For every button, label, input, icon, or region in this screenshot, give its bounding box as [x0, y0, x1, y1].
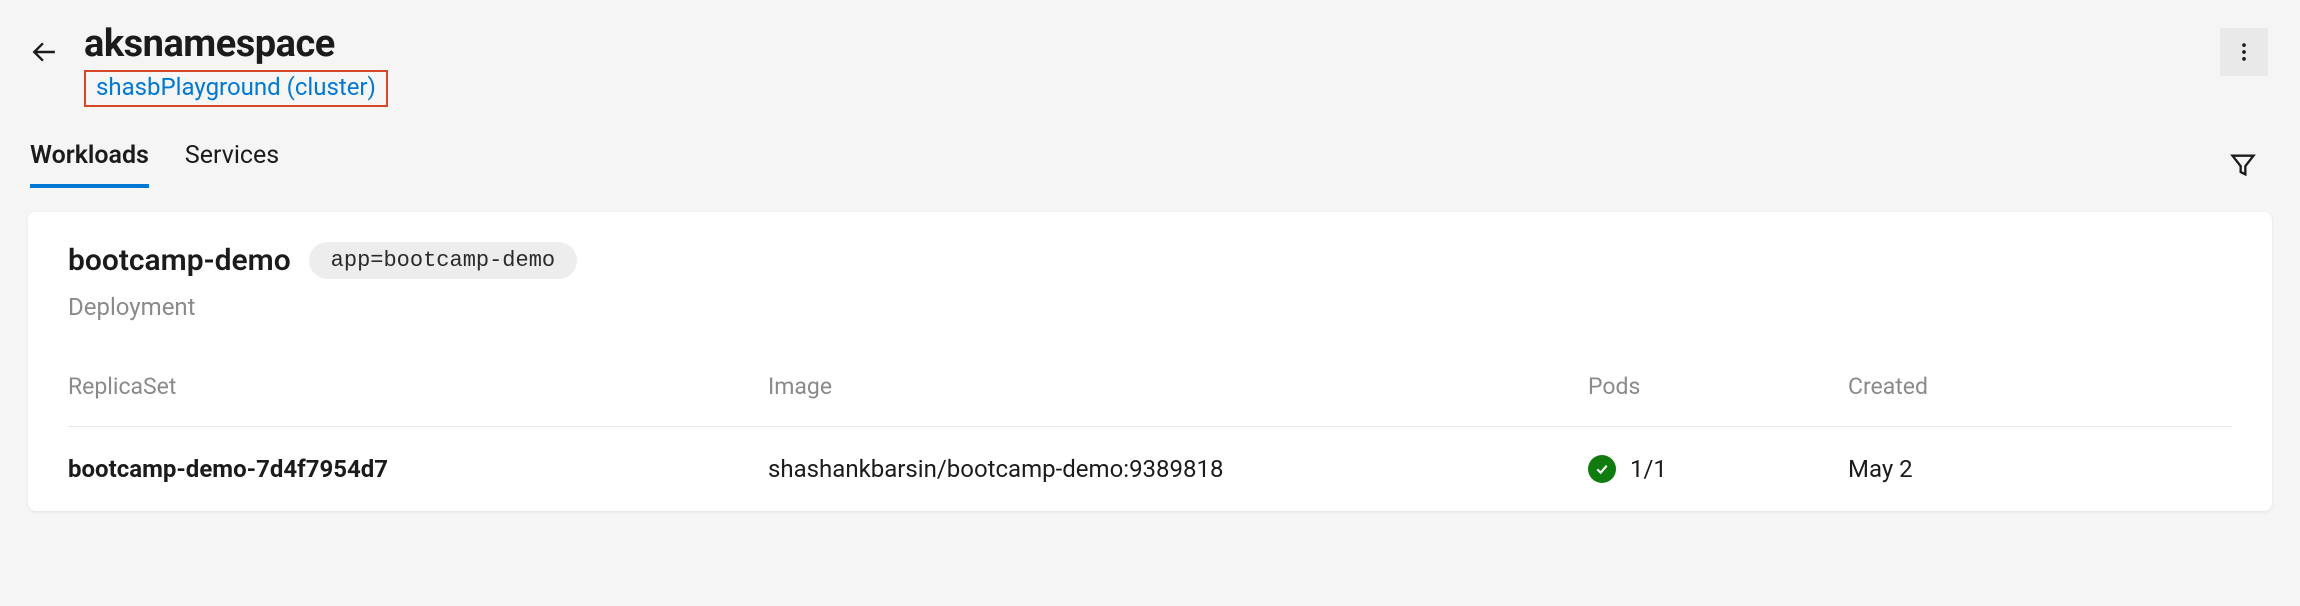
cluster-link-highlight: shasbPlayground (cluster)	[84, 70, 388, 107]
col-created: Created	[1848, 373, 2232, 400]
page-title: aksnamespace	[84, 22, 388, 66]
col-image: Image	[768, 373, 1588, 400]
col-pods: Pods	[1588, 373, 1848, 400]
col-replicaset: ReplicaSet	[68, 373, 768, 400]
workload-kind: Deployment	[68, 293, 2232, 321]
cell-image: shashankbarsin/bootcamp-demo:9389818	[768, 455, 1588, 483]
table-row[interactable]: bootcamp-demo-7d4f7954d7 shashankbarsin/…	[68, 426, 2232, 511]
workload-label-chip: app=bootcamp-demo	[309, 242, 577, 279]
cell-replicaset-name: bootcamp-demo-7d4f7954d7	[68, 455, 768, 483]
filter-button[interactable]	[2226, 148, 2260, 182]
more-actions-button[interactable]	[2220, 28, 2268, 76]
back-button[interactable]	[28, 36, 60, 68]
tab-workloads[interactable]: Workloads	[30, 141, 149, 188]
check-icon	[1594, 461, 1610, 477]
filter-icon	[2229, 151, 2257, 179]
workload-card: bootcamp-demo app=bootcamp-demo Deployme…	[28, 212, 2272, 511]
more-vertical-icon	[2233, 41, 2255, 63]
cluster-link[interactable]: shasbPlayground (cluster)	[96, 73, 376, 101]
tabs: Workloads Services	[30, 141, 279, 188]
status-success-icon	[1588, 455, 1616, 483]
cell-pods: 1/1	[1630, 455, 1667, 483]
workload-name: bootcamp-demo	[68, 243, 291, 278]
tab-services[interactable]: Services	[185, 141, 279, 188]
table-header: ReplicaSet Image Pods Created	[68, 373, 2232, 426]
cell-created: May 2	[1848, 455, 2232, 483]
arrow-left-icon	[31, 39, 57, 65]
